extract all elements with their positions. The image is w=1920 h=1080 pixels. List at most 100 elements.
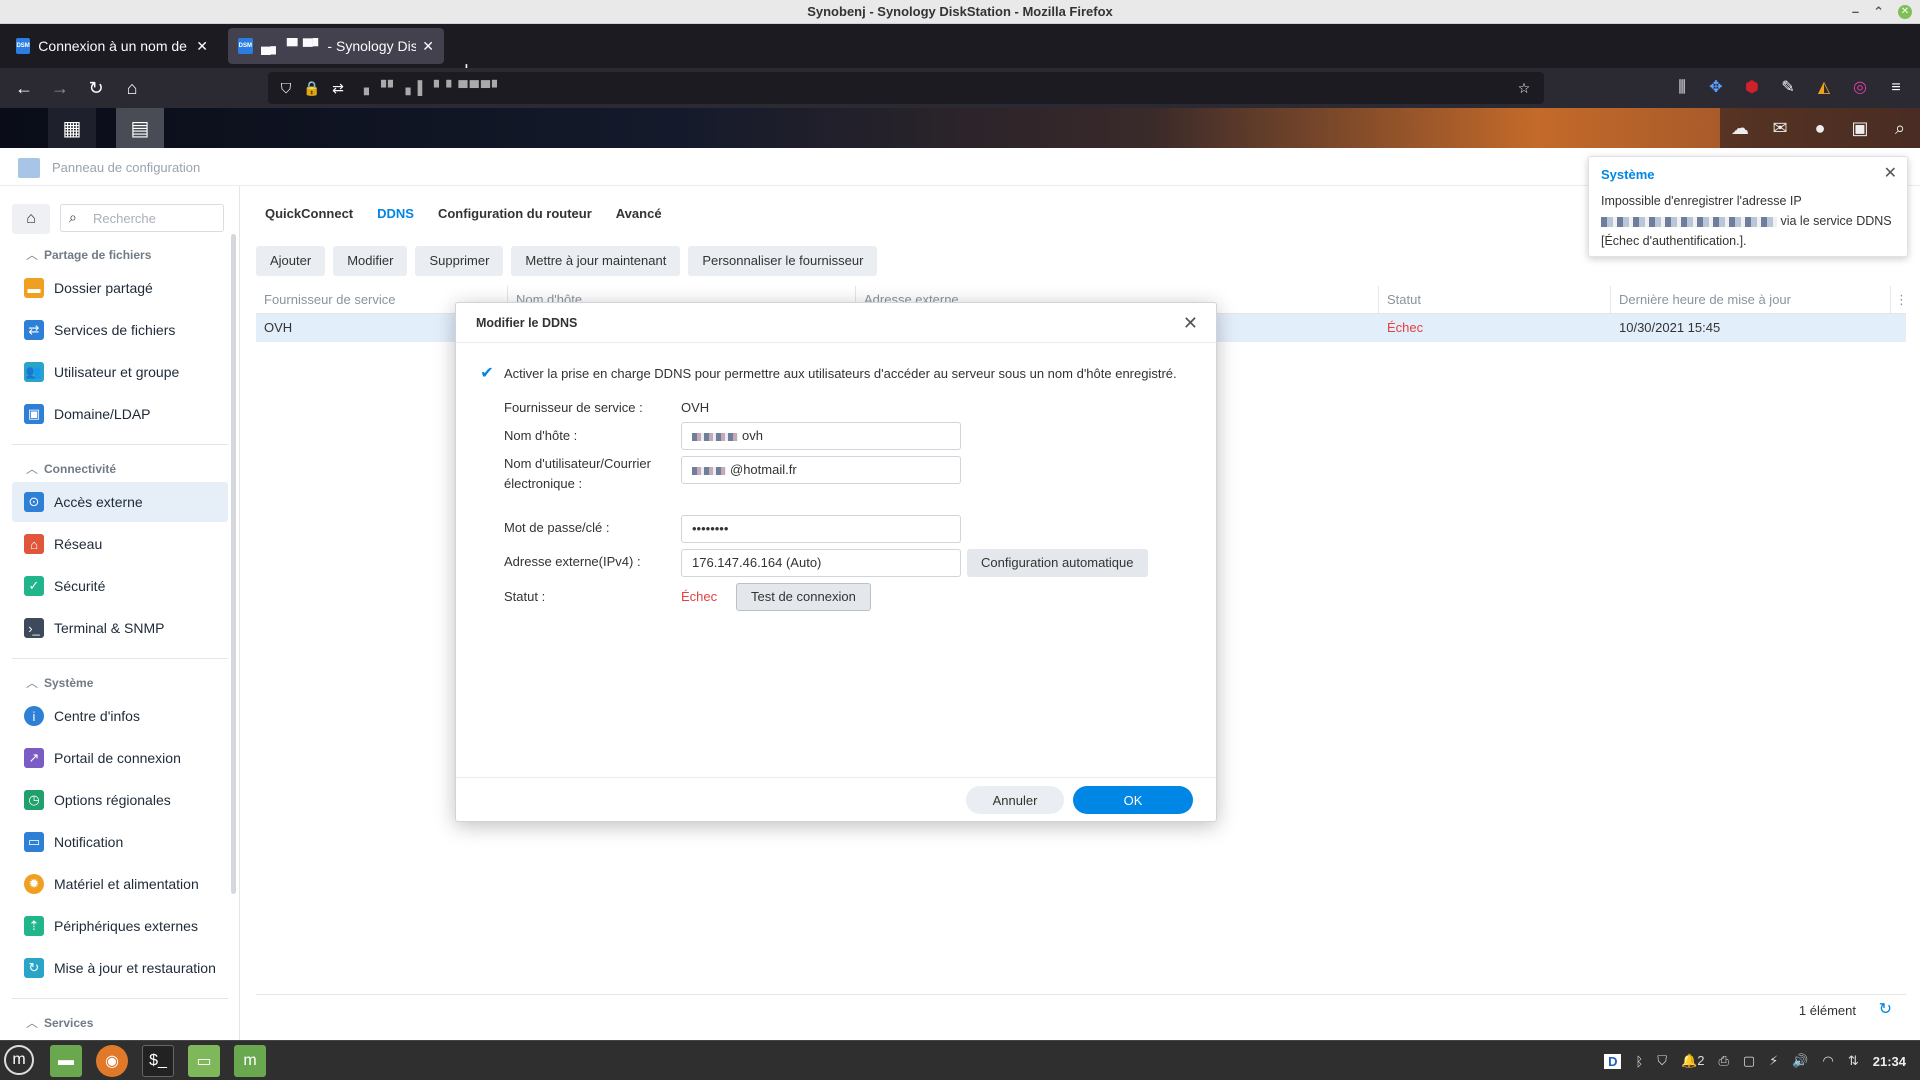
url-text[interactable]: ▖▝▘ ▖▌▝ ▘▀▀▀▘ xyxy=(364,80,504,96)
tab-ddns[interactable]: DDNS xyxy=(377,206,414,226)
forward-arrow-icon[interactable]: → xyxy=(48,76,72,100)
close-icon[interactable]: ✕ xyxy=(1183,313,1198,334)
chat-notification-icon[interactable]: ✉ xyxy=(1760,108,1800,148)
section-header-connectivite[interactable]: ︿ Connectivité xyxy=(26,460,116,477)
sidebar-scrollbar[interactable] xyxy=(231,234,236,894)
url-bar[interactable]: ⛉ 🔒 ⇄ ▖▝▘ ▖▌▝ ▘▀▀▀▘ ☆ xyxy=(268,72,1544,104)
tab-avance[interactable]: Avancé xyxy=(616,206,662,226)
cloud-sync-icon[interactable]: ☁ xyxy=(1720,108,1760,148)
search-icon[interactable]: ⌕ xyxy=(1880,108,1920,148)
terminal-app-icon[interactable]: $_ xyxy=(142,1045,174,1077)
ublock-icon[interactable]: ⬢ xyxy=(1740,76,1764,100)
extension-flame-icon[interactable]: ◭ xyxy=(1812,76,1836,100)
permissions-icon[interactable]: ⇄ xyxy=(328,78,348,98)
user-icon[interactable]: ● xyxy=(1800,108,1840,148)
firefox-icon[interactable]: ◉ xyxy=(96,1045,128,1077)
edit-button[interactable]: Modifier xyxy=(333,246,408,276)
sidebar-item-centre-infos[interactable]: i Centre d'infos xyxy=(12,696,228,736)
close-window-button[interactable]: ✕ xyxy=(1898,5,1912,19)
browser-tab[interactable]: DSM Connexion à un nom de dom ✕ xyxy=(6,28,218,64)
dropbox-like-icon[interactable]: D xyxy=(1604,1053,1622,1069)
sidebar-item-notification[interactable]: ▭ Notification xyxy=(12,822,228,862)
tab-quickconnect[interactable]: QuickConnect xyxy=(265,206,353,226)
section-header-systeme[interactable]: ︿ Système xyxy=(26,674,93,691)
menu-hamburger-icon[interactable]: ≡ xyxy=(1884,76,1908,100)
update-restore-icon: ↻ xyxy=(24,958,44,978)
wifi-icon[interactable]: ◠ xyxy=(1823,1053,1834,1069)
shield-icon[interactable]: ⛉ xyxy=(276,78,296,98)
power-icon[interactable]: ⚡ xyxy=(1769,1053,1778,1069)
column-header-updated[interactable]: Dernière heure de mise à jour xyxy=(1611,286,1891,314)
ok-button[interactable]: OK xyxy=(1073,786,1193,814)
close-icon[interactable]: ✕ xyxy=(1884,163,1897,183)
column-header-status[interactable]: Statut xyxy=(1379,286,1611,314)
update-now-button[interactable]: Mettre à jour maintenant xyxy=(511,246,681,276)
delete-button[interactable]: Supprimer xyxy=(415,246,504,276)
customize-provider-button[interactable]: Personnaliser le fournisseur xyxy=(688,246,878,276)
column-menu-icon[interactable]: ⋮ xyxy=(1891,286,1908,314)
main-menu-grid-icon[interactable]: ▦ xyxy=(48,108,96,148)
extension-icon[interactable]: ✥ xyxy=(1704,76,1728,100)
auto-config-button[interactable]: Configuration automatique xyxy=(967,549,1148,577)
provider-label: Fournisseur de service : xyxy=(504,400,643,415)
external-devices-icon: ⇡ xyxy=(24,916,44,936)
hostname-field[interactable]: ovh xyxy=(681,422,961,450)
sidebar-item-reseau[interactable]: ⌂ Réseau xyxy=(12,524,228,564)
search-input[interactable] xyxy=(93,209,217,227)
bluetooth-icon[interactable]: ᛒ xyxy=(1635,1054,1643,1069)
test-connection-button[interactable]: Test de connexion xyxy=(736,583,871,611)
clock[interactable]: 21:34 xyxy=(1873,1054,1906,1069)
enable-ddns-checkbox[interactable]: ✔ xyxy=(478,365,496,383)
lock-icon[interactable]: 🔒 xyxy=(302,78,322,98)
reload-icon[interactable]: ↻ xyxy=(84,76,108,100)
network-tray-icon[interactable]: ⇅ xyxy=(1848,1053,1859,1069)
home-button[interactable]: ⌂ xyxy=(12,204,50,234)
bookmark-star-icon[interactable]: ☆ xyxy=(1514,78,1534,98)
shield-tray-icon[interactable]: ⛉ xyxy=(1657,1053,1667,1069)
cancel-button[interactable]: Annuler xyxy=(966,786,1064,814)
volume-icon[interactable]: 🔊 xyxy=(1792,1053,1808,1069)
show-desktop-icon[interactable]: ▬ xyxy=(50,1045,82,1077)
sidebar-item-acces-externe[interactable]: ⊙ Accès externe xyxy=(12,482,228,522)
home-icon[interactable]: ⌂ xyxy=(120,76,144,100)
printer-icon[interactable]: ⎙ xyxy=(1718,1053,1728,1069)
extension-puzzle-icon[interactable]: ✎ xyxy=(1776,76,1800,100)
tab-configuration-routeur[interactable]: Configuration du routeur xyxy=(438,206,592,226)
sidebar-item-mise-a-jour[interactable]: ↻ Mise à jour et restauration xyxy=(12,948,228,988)
add-button[interactable]: Ajouter xyxy=(256,246,326,276)
extension-circle-icon[interactable]: ◎ xyxy=(1848,76,1872,100)
sidebar-item-portail-connexion[interactable]: ↗ Portail de connexion xyxy=(12,738,228,778)
sidebar-item-dossier-partage[interactable]: ▬ Dossier partagé xyxy=(12,268,228,308)
sidebar-item-peripheriques-externes[interactable]: ⇡ Périphériques externes xyxy=(12,906,228,946)
close-tab-icon[interactable]: ✕ xyxy=(422,38,434,55)
ipv4-field[interactable]: 176.147.46.164 (Auto) xyxy=(681,549,961,577)
browser-tab-active[interactable]: DSM ▄▖▝▘▀▘ - Synology DiskSta ✕ xyxy=(228,28,444,64)
maximize-button[interactable]: ⌃ xyxy=(1873,0,1884,24)
sidebar-item-utilisateur-groupe[interactable]: 👥 Utilisateur et groupe xyxy=(12,352,228,392)
sidebar-item-options-regionales[interactable]: ◷ Options régionales xyxy=(12,780,228,820)
sidebar-item-domaine-ldap[interactable]: ▣ Domaine/LDAP xyxy=(12,394,228,434)
mint-update-icon[interactable]: m xyxy=(234,1045,266,1077)
section-header-partage[interactable]: ︿ Partage de fichiers xyxy=(26,246,151,263)
password-field[interactable]: •••••••• xyxy=(681,515,961,543)
refresh-icon[interactable]: ↻ xyxy=(1879,999,1892,1019)
sidebar-item-services-fichiers[interactable]: ⇄ Services de fichiers xyxy=(12,310,228,350)
sidebar-search[interactable]: ⌕ xyxy=(60,204,224,232)
back-arrow-icon[interactable]: ← xyxy=(12,76,36,100)
files-app-icon[interactable]: ▭ xyxy=(188,1045,220,1077)
browser-navbar: ← → ↻ ⌂ ⛉ 🔒 ⇄ ▖▝▘ ▖▌▝ ▘▀▀▀▘ ☆ ⫼ ✥ ⬢ ✎ ◭ … xyxy=(0,68,1920,108)
display-icon[interactable]: ▢ xyxy=(1743,1053,1755,1069)
minimize-button[interactable]: – xyxy=(1852,0,1859,24)
section-header-services[interactable]: ︿ Services xyxy=(26,1014,93,1031)
control-panel-app-icon[interactable]: ▤ xyxy=(116,108,164,148)
sidebar-item-materiel-alimentation[interactable]: ✹ Matériel et alimentation xyxy=(12,864,228,904)
widgets-icon[interactable]: ▣ xyxy=(1840,108,1880,148)
library-icon[interactable]: ⫼ xyxy=(1670,76,1694,100)
mint-menu-icon[interactable]: m xyxy=(4,1045,34,1075)
sidebar-item-terminal-snmp[interactable]: ›_ Terminal & SNMP xyxy=(12,608,228,648)
close-tab-icon[interactable]: ✕ xyxy=(196,38,208,55)
home-icon: ⌂ xyxy=(26,210,36,227)
username-field[interactable]: @hotmail.fr xyxy=(681,456,961,484)
sidebar-item-securite[interactable]: ✓ Sécurité xyxy=(12,566,228,606)
notifications-tray-icon[interactable]: 🔔2 xyxy=(1681,1053,1704,1069)
